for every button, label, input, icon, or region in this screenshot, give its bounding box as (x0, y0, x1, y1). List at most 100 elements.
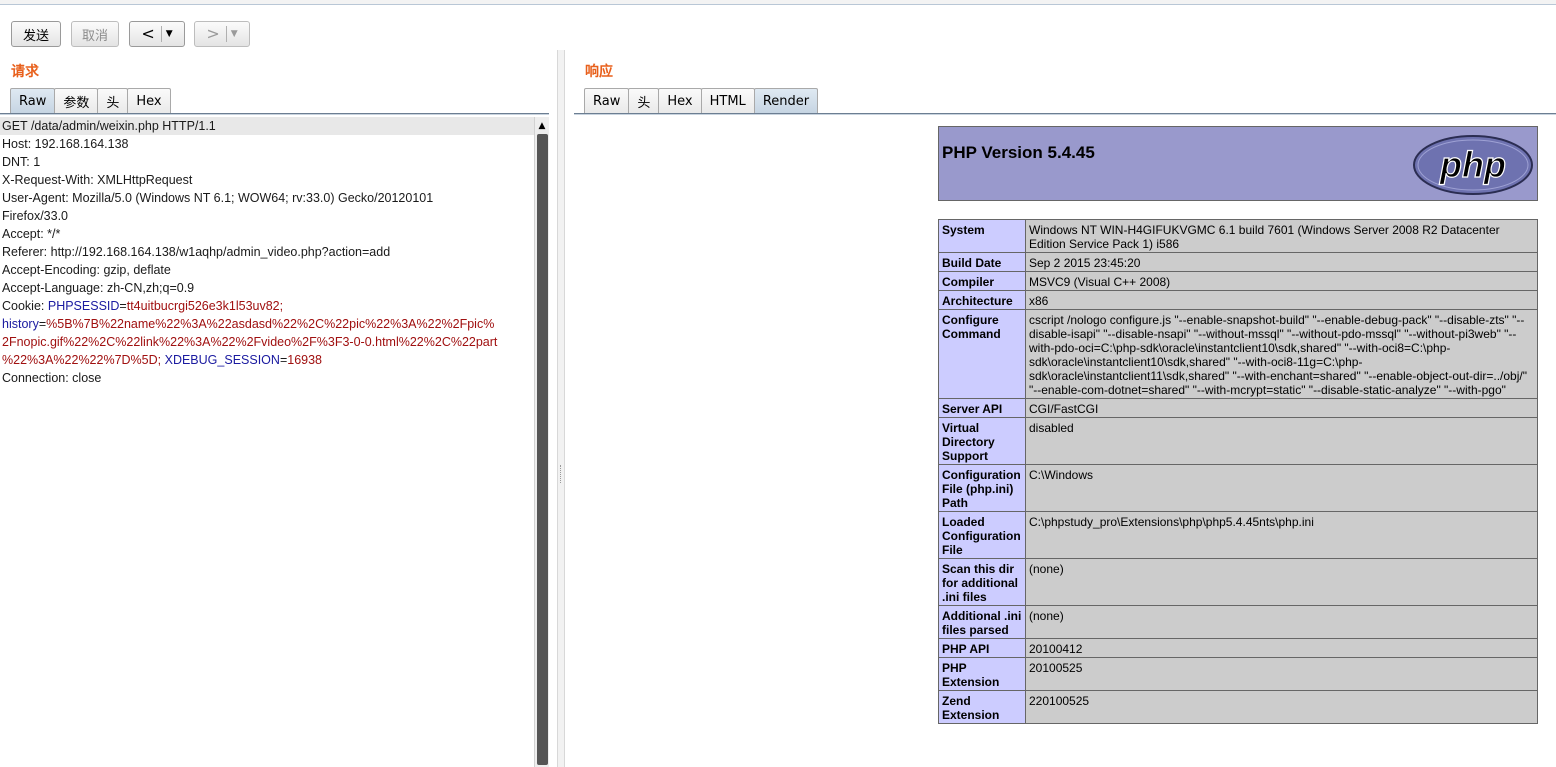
response-tab-divider (574, 113, 1556, 115)
row-key: Build Date (938, 252, 1026, 272)
cookie-name: PHPSESSID (47, 299, 120, 313)
request-tabs: Raw 参数 头 Hex (10, 88, 171, 114)
table-row: Configure Command cscript /nologo configu… (938, 309, 1538, 399)
cookie-value: 16938 (287, 353, 323, 367)
row-key: Scan this dir for additional .ini files (938, 558, 1026, 606)
phpinfo-header: PHP Version 5.4.45 php (938, 126, 1538, 201)
request-line: Accept: */* (2, 227, 61, 241)
table-row: Scan this dir for additional .ini files(… (938, 558, 1538, 606)
response-tabs: Raw 头 Hex HTML Render (584, 88, 819, 114)
tab-headers[interactable]: 头 (97, 88, 129, 114)
row-key: PHP API (938, 638, 1026, 658)
row-value: cscript /nologo configure.js "--enable-s… (1025, 309, 1538, 399)
row-value: C:\Windows (1025, 464, 1538, 512)
table-row: Configuration File (php.ini) Path C:\Wind… (938, 464, 1538, 512)
splitter-grip-icon[interactable] (560, 465, 562, 483)
row-key: Loaded Configuration File (938, 511, 1026, 559)
forward-button[interactable]: > ▼ (194, 21, 250, 47)
row-value: 20100525 (1025, 657, 1538, 691)
request-line: Referer: http://192.168.164.138/w1aqhp/a… (2, 245, 391, 259)
row-value: 220100525 (1025, 690, 1538, 724)
chevron-left-icon: < (141, 26, 162, 42)
scroll-up-arrow-icon[interactable]: ▲ (535, 119, 549, 133)
cookie-name: history (2, 317, 39, 331)
tab-render[interactable]: Render (753, 88, 819, 114)
cookie-value: %22%3A%22%22%7D%5D; (2, 353, 162, 367)
table-row: Architecture x86 (938, 290, 1538, 310)
row-key: Additional .ini files parsed (938, 605, 1026, 639)
table-row: Additional .ini files parsed (none) (938, 605, 1538, 639)
row-key: Zend Extension (938, 690, 1026, 724)
request-line: User-Agent: Mozilla/5.0 (Windows NT 6.1;… (2, 191, 434, 205)
request-scrollbar[interactable]: ▲ (534, 117, 549, 767)
dropdown-arrow-icon[interactable]: ▼ (227, 29, 238, 39)
php-logo-icon: php (1413, 135, 1533, 195)
tab-hex[interactable]: Hex (127, 88, 171, 114)
tab-html[interactable]: HTML (700, 88, 755, 114)
request-line: Host: 192.168.164.138 (2, 137, 129, 151)
table-row: Loaded Configuration File C:\phpstudy_pro… (938, 511, 1538, 559)
row-key: Server API (938, 398, 1026, 418)
table-row: PHP API 20100412 (938, 638, 1538, 658)
row-value: Windows NT WIN-H4GIFUKVGMC 6.1 build 760… (1025, 219, 1538, 253)
request-editor[interactable]: GET /data/admin/weixin.php HTTP/1.1 Host… (0, 117, 534, 767)
table-row: System Windows NT WIN-H4GIFUKVGMC 6.1 bui… (938, 219, 1538, 253)
cookie-line: Cookie: PHPSESSID=tt4uitbucrgi526e3k1l53… (2, 299, 284, 313)
row-key: Configure Command (938, 309, 1026, 399)
dropdown-arrow-icon[interactable]: ▼ (162, 29, 173, 39)
table-row: Server API CGI/FastCGI (938, 398, 1538, 418)
cookie-value: %5B%7B%22name%22%3A%22asdasd%22%2C%22pic… (46, 317, 495, 331)
cookie-value: tt4uitbucrgi526e3k1l53uv82; (126, 299, 284, 313)
cookie-value: 2Fnopic.gif%22%2C%22link%22%3A%22%2Fvide… (2, 335, 498, 349)
table-row: Build Date Sep 2 2015 23:45:20 (938, 252, 1538, 272)
row-key: System (938, 219, 1026, 253)
request-line: GET /data/admin/weixin.php HTTP/1.1 (0, 117, 534, 135)
row-value: CGI/FastCGI (1025, 398, 1538, 418)
php-version-title: PHP Version 5.4.45 (942, 143, 1095, 162)
row-key: Configuration File (php.ini) Path (938, 464, 1026, 512)
row-key: Virtual Directory Support (938, 417, 1026, 465)
table-row: Virtual Directory Support disabled (938, 417, 1538, 465)
request-title: 请求 (11, 64, 39, 80)
cookie-line: 2Fnopic.gif%22%2C%22link%22%3A%22%2Fvide… (0, 333, 534, 351)
cookie-name: XDEBUG_SESSION (164, 353, 280, 367)
scrollbar-thumb[interactable] (537, 134, 548, 765)
cookie-line: %22%3A%22%22%7D%5D; XDEBUG_SESSION=16938 (2, 353, 323, 367)
phpinfo-table: System Windows NT WIN-H4GIFUKVGMC 6.1 bui… (938, 219, 1538, 724)
row-key: PHP Extension (938, 657, 1026, 691)
table-row: Compiler MSVC9 (Visual C++ 2008) (938, 271, 1538, 291)
row-value: (none) (1025, 605, 1538, 639)
send-button[interactable]: 发送 (11, 21, 61, 47)
chevron-right-icon: > (206, 26, 227, 42)
row-value: (none) (1025, 558, 1538, 606)
request-tab-divider (0, 113, 549, 115)
request-line: Connection: close (2, 371, 102, 385)
tab-headers[interactable]: 头 (628, 88, 660, 114)
back-button[interactable]: < ▼ (129, 21, 185, 47)
request-line: X-Request-With: XMLHttpRequest (2, 173, 193, 187)
tab-params[interactable]: 参数 (54, 88, 99, 114)
cancel-button[interactable]: 取消 (71, 21, 119, 47)
row-value: C:\phpstudy_pro\Extensions\php\php5.4.45… (1025, 511, 1538, 559)
tab-raw[interactable]: Raw (10, 88, 56, 114)
request-line: Accept-Encoding: gzip, deflate (2, 263, 171, 277)
row-value: MSVC9 (Visual C++ 2008) (1025, 271, 1538, 291)
cookie-label: Cookie: (2, 299, 48, 313)
request-line: Accept-Language: zh-CN,zh;q=0.9 (2, 281, 195, 295)
cookie-line: history=%5B%7B%22name%22%3A%22asdasd%22%… (2, 317, 495, 331)
table-row: Zend Extension 220100525 (938, 690, 1538, 724)
row-value: 20100412 (1025, 638, 1538, 658)
row-value: disabled (1025, 417, 1538, 465)
window-top-edge (0, 0, 1556, 5)
tab-raw[interactable]: Raw (584, 88, 630, 114)
request-line: DNT: 1 (2, 155, 41, 169)
table-row: PHP Extension 20100525 (938, 657, 1538, 691)
request-line: Firefox/33.0 (2, 209, 69, 223)
row-key: Architecture (938, 290, 1026, 310)
render-view: PHP Version 5.4.45 php System Windows NT … (938, 126, 1538, 724)
svg-text:php: php (1439, 144, 1506, 185)
response-title: 响应 (585, 64, 613, 80)
pane-splitter[interactable] (557, 50, 565, 767)
tab-hex[interactable]: Hex (658, 88, 702, 114)
row-value: Sep 2 2015 23:45:20 (1025, 252, 1538, 272)
